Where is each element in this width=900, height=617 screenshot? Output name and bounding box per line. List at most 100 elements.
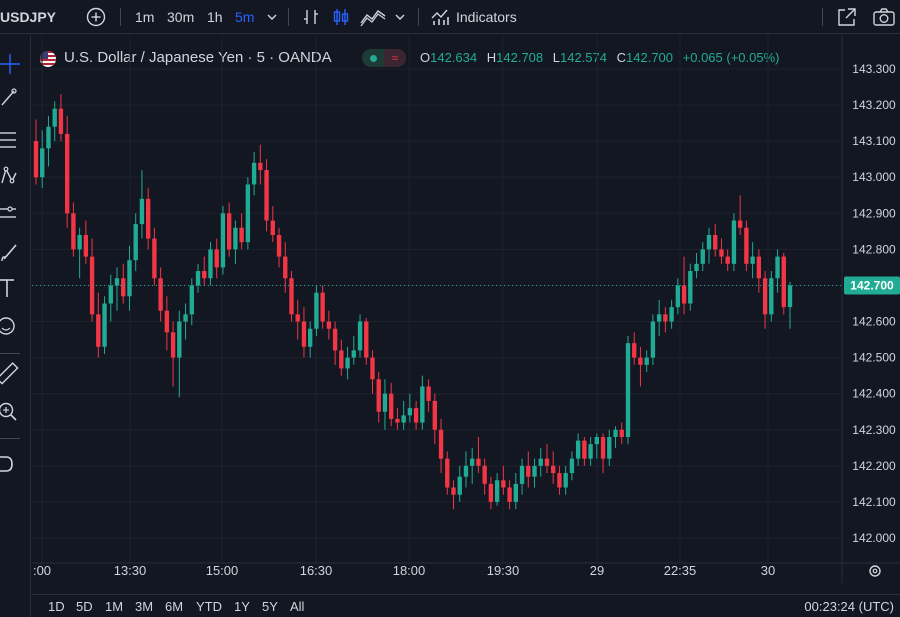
utc-clock[interactable]: 00:23:24 (UTC)	[804, 599, 894, 614]
candle-body	[638, 357, 643, 365]
range-5d[interactable]: 5D	[76, 599, 93, 614]
symbol-search[interactable]: USDJPY	[0, 0, 56, 34]
range-all[interactable]: All	[290, 599, 304, 614]
candle-body	[594, 436, 600, 445]
candle-body	[694, 263, 699, 272]
range-1m[interactable]: 1M	[105, 599, 123, 614]
candle-body	[737, 220, 743, 228]
range-6m[interactable]: 6M	[165, 599, 183, 614]
add-symbol-icon[interactable]	[86, 7, 106, 27]
candle-body	[46, 126, 51, 149]
price-tick-label: 142.000	[852, 531, 896, 545]
candle-body	[494, 480, 500, 502]
pattern-icon[interactable]	[0, 163, 26, 189]
camera-icon[interactable]	[872, 6, 896, 28]
range-1d[interactable]: 1D	[48, 599, 65, 614]
candle-body	[725, 256, 730, 264]
candle-body	[507, 487, 512, 502]
candle-body	[563, 473, 568, 488]
candle-style-icon[interactable]	[331, 7, 351, 27]
candle-body	[114, 278, 120, 286]
chevron-down-icon[interactable]	[266, 12, 278, 22]
emoji-icon[interactable]	[0, 313, 26, 339]
price-tick-label: 143.100	[852, 134, 896, 148]
ruler-icon[interactable]	[0, 361, 26, 387]
candle-body	[625, 343, 631, 437]
candle-body	[289, 278, 294, 315]
last-price-label: 142.700	[850, 278, 894, 292]
candle-body	[619, 429, 624, 437]
zoom-icon[interactable]	[0, 399, 26, 425]
magnet-icon[interactable]	[0, 451, 26, 477]
range-3m[interactable]: 3M	[135, 599, 153, 614]
candle-body	[644, 357, 649, 365]
candle-body	[139, 198, 145, 225]
interval-1m[interactable]: 1m	[135, 0, 154, 34]
crosshair-icon[interactable]	[0, 51, 26, 77]
text-icon[interactable]	[0, 275, 26, 301]
chevron-down-icon[interactable]	[394, 12, 406, 22]
candle-body	[33, 141, 39, 178]
candle-body	[189, 285, 194, 315]
candle-body	[407, 408, 413, 416]
candle-body	[195, 271, 201, 286]
trendline-icon[interactable]	[0, 85, 26, 111]
area-style-icon[interactable]	[360, 7, 386, 27]
price-tick-label: 142.100	[852, 495, 896, 509]
candle-body	[283, 256, 288, 279]
candle-body	[308, 328, 313, 347]
candle-body	[582, 440, 587, 459]
scale-settings-icon	[869, 565, 881, 577]
candle-body	[214, 249, 219, 268]
candle-body	[445, 458, 450, 488]
range-1y[interactable]: 1Y	[234, 599, 250, 614]
candle-body	[376, 379, 381, 412]
candle-body	[607, 436, 612, 459]
candle-body	[226, 213, 232, 250]
price-tick-label: 142.800	[852, 242, 896, 256]
candle-body	[208, 249, 213, 279]
chart-canvas[interactable]: 143.300 143.200 143.100 143.000 142.900 142.8…	[32, 35, 900, 583]
price-tick-label: 142.500	[852, 351, 896, 365]
candle-body	[762, 278, 768, 315]
candle-body	[575, 440, 581, 459]
time-tick-label: :00	[33, 563, 51, 578]
indicators-icon[interactable]	[430, 7, 450, 27]
drawing-toolbar	[0, 35, 31, 617]
candle-body	[389, 393, 394, 419]
fib-icon[interactable]	[0, 127, 26, 153]
candle-body	[395, 418, 400, 423]
candle-body	[245, 184, 251, 243]
price-tick-label: 142.600	[852, 315, 896, 329]
candle-body	[482, 465, 487, 484]
price-tick-label: 142.400	[852, 387, 896, 401]
fullscreen-icon[interactable]	[836, 6, 858, 28]
bar-style-icon[interactable]	[301, 7, 321, 27]
candle-body	[382, 393, 388, 412]
price-tick-label: 142.300	[852, 423, 896, 437]
candle-body	[613, 429, 618, 437]
candle-body	[96, 314, 101, 347]
time-tick-label: 22:35	[664, 563, 697, 578]
candle-body	[332, 328, 338, 351]
candle-body	[270, 220, 275, 235]
price-chart[interactable]: 143.300 143.200 143.100 143.000 142.900 142.8…	[32, 35, 900, 583]
indicators-button[interactable]: Indicators	[456, 0, 517, 34]
interval-1h[interactable]: 1h	[207, 0, 223, 34]
time-tick-label: 19:30	[487, 563, 520, 578]
candle-body	[457, 476, 462, 495]
candle-body	[339, 350, 344, 369]
candle-body	[83, 234, 89, 257]
candle-body	[121, 278, 126, 297]
candle-body	[251, 162, 257, 185]
interval-5m[interactable]: 5m	[235, 0, 254, 34]
candle-body	[675, 285, 681, 308]
interval-30m[interactable]: 30m	[167, 0, 194, 34]
candle-body	[513, 483, 518, 502]
candle-body	[239, 227, 244, 243]
brush-icon[interactable]	[0, 239, 26, 265]
time-tick-label: 13:30	[114, 563, 147, 578]
projection-icon[interactable]	[0, 201, 26, 227]
range-5y[interactable]: 5Y	[262, 599, 278, 614]
range-ytd[interactable]: YTD	[196, 599, 222, 614]
